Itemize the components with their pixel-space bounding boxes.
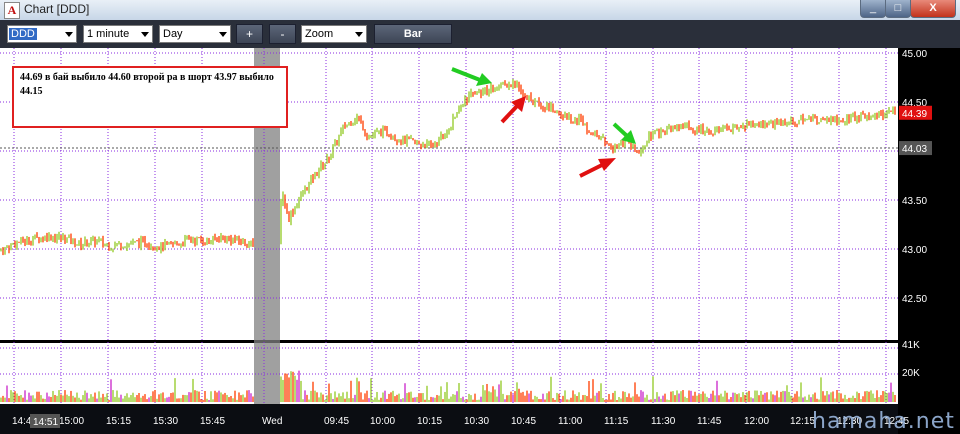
- watermark-text: hamaha.net: [812, 409, 955, 434]
- time-tick-label: 12:00: [744, 416, 769, 427]
- chevron-down-icon: [65, 32, 73, 37]
- time-tick-label: 10:30: [464, 416, 489, 427]
- app-logo-icon: A: [4, 2, 20, 19]
- time-tick-label: Wed: [262, 416, 282, 427]
- price-tick-label: 43.00: [902, 245, 927, 256]
- time-tick-label: 11:00: [558, 416, 583, 427]
- time-tick-label: 15:15: [106, 416, 131, 427]
- price-tick-label: 43.50: [902, 196, 927, 207]
- zoom-select[interactable]: Zoom: [301, 25, 367, 43]
- symbol-value: DDD: [9, 28, 37, 40]
- chart-toolbar: DDD 1 minute Day + - Zoom Bar: [0, 20, 960, 48]
- minimize-button[interactable]: _: [860, 0, 886, 18]
- time-tick-label: 10:15: [417, 416, 442, 427]
- range-select[interactable]: Day: [159, 25, 231, 43]
- time-tick-label: 11:15: [604, 416, 629, 427]
- range-value: Day: [163, 28, 183, 40]
- reference-price-label: 44.03: [902, 144, 927, 155]
- time-tick-label: 09:45: [324, 416, 349, 427]
- chart-area[interactable]: 45.0044.5044.0043.5043.0042.5014:4515:00…: [0, 48, 960, 434]
- volume-tick-label: 41K: [902, 340, 920, 351]
- price-tick-label: 45.00: [902, 49, 927, 60]
- time-tick-label: 15:30: [153, 416, 178, 427]
- zoom-in-button[interactable]: +: [236, 24, 263, 44]
- title-bar: A Chart [DDD] _ □ X: [0, 0, 960, 21]
- time-tick-label: 15:45: [200, 416, 225, 427]
- zoom-value: Zoom: [305, 28, 334, 40]
- annotation-text: 44.69 в бай выбило 44.60 второй ра в шор…: [20, 72, 274, 97]
- maximize-button[interactable]: □: [885, 0, 911, 18]
- close-button[interactable]: X: [910, 0, 956, 18]
- window-title: Chart [DDD]: [24, 2, 90, 16]
- chevron-down-icon: [141, 32, 149, 37]
- cursor-time-label: 14:51: [33, 417, 58, 428]
- volume-tick-label: 20K: [902, 368, 920, 379]
- time-tick-label: 10:45: [511, 416, 536, 427]
- symbol-select[interactable]: DDD: [7, 25, 77, 43]
- time-tick-label: 10:00: [370, 416, 395, 427]
- price-tick-label: 42.50: [902, 294, 927, 305]
- interval-value: 1 minute: [87, 28, 130, 40]
- time-tick-label: 11:30: [651, 416, 676, 427]
- chevron-down-icon: [219, 32, 227, 37]
- interval-select[interactable]: 1 minute: [83, 25, 153, 43]
- bar-type-button[interactable]: Bar: [374, 24, 452, 44]
- chevron-down-icon: [355, 32, 363, 37]
- zoom-out-button[interactable]: -: [269, 24, 296, 44]
- panel-divider: [0, 340, 898, 343]
- time-tick-label: 11:45: [697, 416, 722, 427]
- time-tick-label: 15:00: [59, 416, 84, 427]
- last-price-label: 44.39: [902, 109, 927, 120]
- trade-annotation: 44.69 в бай выбило 44.60 второй ра в шор…: [12, 66, 288, 128]
